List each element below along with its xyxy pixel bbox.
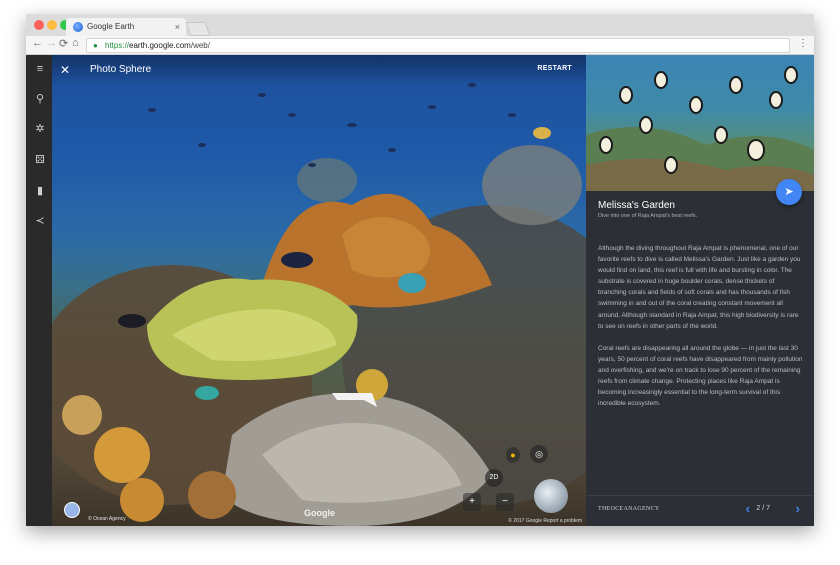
forward-arrow-icon[interactable]: → (46, 37, 57, 49)
restart-button[interactable]: RESTART (537, 65, 572, 72)
browser-menu-icon[interactable]: ⋮ (798, 38, 808, 49)
mode-2d-button[interactable]: 2D (485, 469, 503, 487)
location-target-icon[interactable]: ◎ (530, 445, 548, 463)
search-icon[interactable]: ⚲ (34, 93, 46, 105)
send-arrow-icon: ➤ (784, 186, 794, 198)
google-watermark: Google (304, 508, 335, 518)
url-host: earth.google.com (129, 41, 191, 50)
new-tab-button[interactable] (185, 22, 211, 36)
tab-close-icon[interactable]: × (175, 18, 180, 36)
legal-text[interactable]: © 2017 Google Report a problem (508, 518, 582, 524)
bookmark-icon[interactable]: ▮ (34, 185, 46, 197)
minimize-window-button[interactable] (47, 20, 57, 30)
viewer-title: Photo Sphere (90, 64, 152, 75)
contributor-credit[interactable]: © Ocean Agency (88, 516, 126, 522)
photo-sphere-viewer[interactable]: ✕ Photo Sphere RESTART ◎ ● 2D − + © Ocea… (52, 55, 586, 526)
prev-chevron-icon[interactable]: ‹ (746, 501, 750, 516)
earth-sidebar: ≡ ⚲ ✲ ⚄ ▮ ≺ (26, 55, 52, 526)
close-window-button[interactable] (34, 20, 44, 30)
address-bar[interactable]: ● https://earth.google.com/web/ (86, 38, 790, 53)
earth-favicon-icon (73, 22, 83, 32)
viewer-header: ✕ Photo Sphere RESTART (52, 55, 586, 87)
fly-to-button[interactable]: ➤ (776, 179, 802, 205)
avatar[interactable] (64, 502, 80, 518)
knowledge-card: ➤ Melissa's Garden Dive into one of Raja… (586, 55, 814, 526)
tab-title: Google Earth (87, 22, 135, 31)
card-body: Although the diving throughout Raja Ampa… (598, 243, 804, 420)
zoom-in-button[interactable]: + (463, 493, 481, 511)
reload-icon[interactable]: ⟳ (59, 37, 68, 50)
browser-toolbar: ← → ⟳ ⌂ ● https://earth.google.com/web/ … (26, 36, 814, 55)
url-path: /web/ (190, 41, 210, 50)
browser-tab[interactable]: Google Earth × (66, 18, 186, 36)
share-icon[interactable]: ≺ (34, 215, 46, 227)
pegman-icon[interactable]: ● (506, 447, 520, 463)
browser-window: Google Earth × ← → ⟳ ⌂ ● https://earth.g… (26, 14, 814, 526)
close-icon[interactable]: ✕ (60, 63, 70, 77)
card-title: Melissa's Garden (598, 200, 675, 211)
card-subtitle: Dive into one of Raja Ampat's best reefs… (598, 213, 698, 219)
page-indicator: 2 / 7 (756, 505, 770, 512)
next-chevron-icon[interactable]: › (796, 501, 800, 516)
globe-compass-icon[interactable] (534, 479, 568, 513)
menu-icon[interactable]: ≡ (34, 63, 46, 75)
home-icon[interactable]: ⌂ (72, 37, 79, 49)
card-paragraph: Coral reefs are disappearing all around … (598, 344, 803, 408)
card-paragraph: Although the diving throughout Raja Ampa… (598, 245, 801, 330)
card-footer: THEOCEANAGENCY ‹ 2 / 7 › (586, 495, 814, 526)
tab-strip: Google Earth × (26, 14, 814, 36)
voyager-icon[interactable]: ✲ (34, 123, 46, 135)
back-arrow-icon[interactable]: ← (32, 37, 43, 49)
dice-icon[interactable]: ⚄ (34, 154, 46, 166)
ocean-agency-logo[interactable]: THEOCEANAGENCY (598, 506, 660, 512)
reef-thumbnail-image (586, 55, 814, 191)
url-scheme: https:// (105, 41, 130, 50)
zoom-out-button[interactable]: − (496, 493, 514, 511)
lock-icon: ● (93, 41, 98, 50)
